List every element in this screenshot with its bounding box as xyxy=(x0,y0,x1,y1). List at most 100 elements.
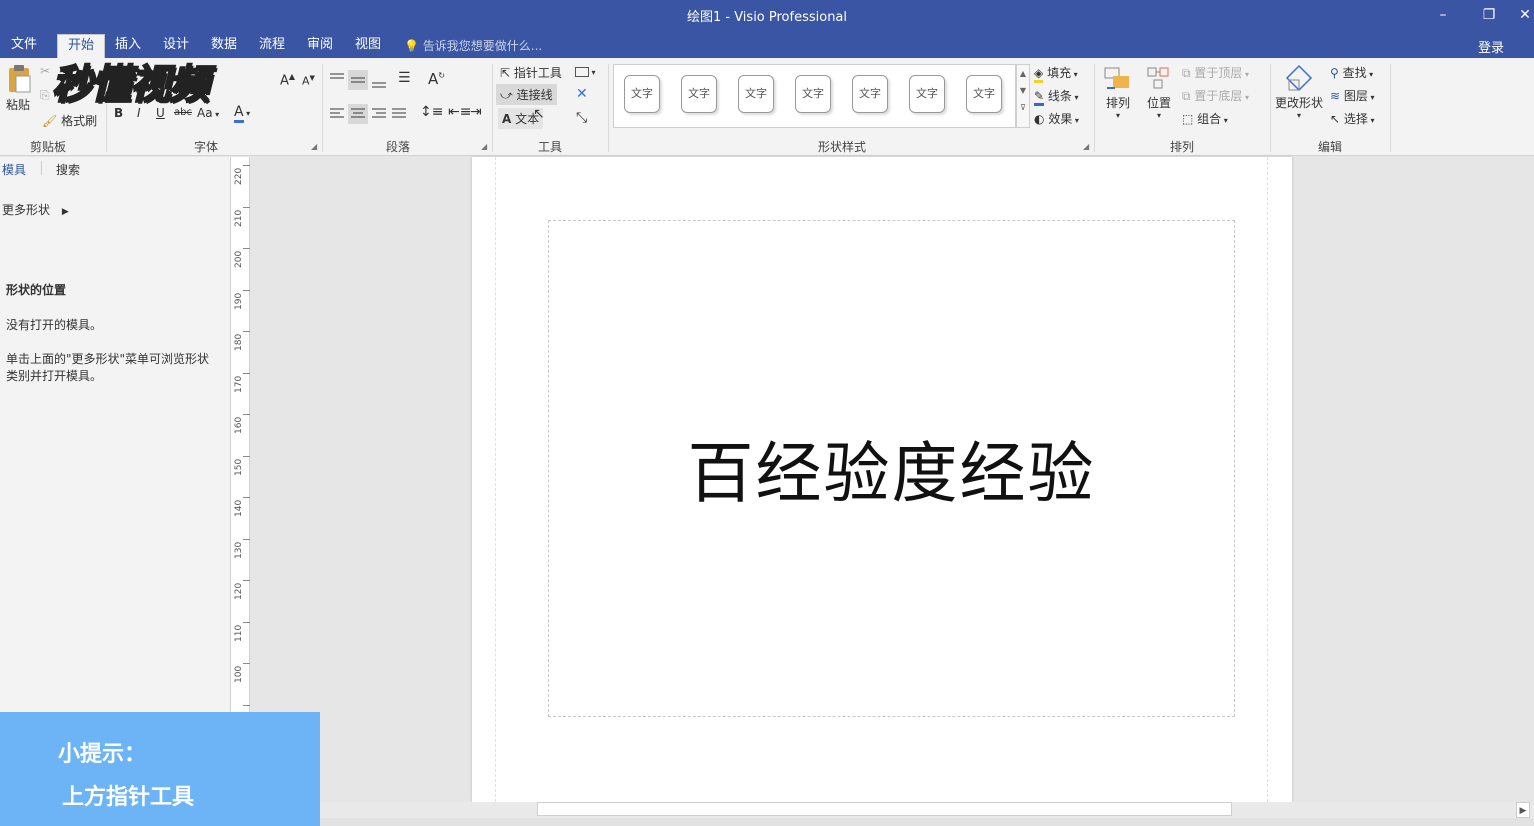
gallery-scroll[interactable]: ▲ ▼ ⊽ xyxy=(1016,64,1030,128)
ruler-label: 130 xyxy=(234,541,244,559)
connector-tool-label: 连接线 xyxy=(516,88,553,102)
style-swatch[interactable]: 文字 xyxy=(738,75,774,113)
font-color-label: A xyxy=(234,104,244,123)
effects-icon: ◐ xyxy=(1034,112,1045,126)
bring-front-icon: ⧉ xyxy=(1182,66,1191,80)
connector-tool-button[interactable]: ⤻ 连接线 xyxy=(496,84,557,105)
increase-indent-icon[interactable]: ⇥ xyxy=(470,104,482,120)
ruler-tick xyxy=(243,331,250,332)
style-swatch[interactable]: 文字 xyxy=(966,75,1002,113)
ruler-tick xyxy=(243,248,250,249)
font-color-button[interactable]: A ▾ xyxy=(234,104,250,123)
ruler-tick xyxy=(243,580,250,581)
magnifier-icon: ⚲ xyxy=(1330,66,1339,80)
ruler-label: 190 xyxy=(234,292,244,310)
line-button[interactable]: ✎ 线条 ▾ xyxy=(1034,87,1078,106)
divider xyxy=(1270,64,1271,152)
ruler-tick xyxy=(243,497,250,498)
send-back-icon: ⧉ xyxy=(1182,89,1191,103)
change-shape-button[interactable]: 更改形状 ▾ xyxy=(1275,64,1323,120)
format-painter-label: 格式刷 xyxy=(61,114,98,128)
sign-in-link[interactable]: 登录 xyxy=(1478,37,1504,56)
more-shapes-menu[interactable]: 更多形状 ▶ xyxy=(2,201,69,218)
clipboard-group-label: 剪贴板 xyxy=(30,140,67,154)
position-button[interactable]: 位置 ▾ xyxy=(1144,64,1174,120)
paragraph-group-label: 段落 xyxy=(386,140,411,154)
close-button[interactable]: ✕ xyxy=(1516,4,1534,26)
connection-point-icon[interactable]: ⤡ xyxy=(576,110,587,126)
bring-to-front-button[interactable]: ⧉ 置于顶层 ▾ xyxy=(1182,64,1249,81)
ruler-label: 100 xyxy=(234,665,244,683)
tab-stencils[interactable]: 模具 xyxy=(2,161,26,178)
tab-file[interactable]: 文件 xyxy=(1,34,47,58)
instruction-line-2: 类别并打开模具。 xyxy=(6,369,103,383)
vertical-ruler: 2202102001901801701601501401301201101009… xyxy=(230,157,250,725)
pointer-tool-button[interactable]: ⇱ 指针工具 xyxy=(500,64,562,81)
effects-label: 效果 xyxy=(1048,112,1073,126)
spacing-icon[interactable]: ↕≡ xyxy=(420,104,443,120)
close-x-icon[interactable]: ✕ xyxy=(576,86,588,102)
window-title: 绘图1 - Visio Professional xyxy=(686,10,848,25)
find-label: 查找 xyxy=(1342,66,1367,80)
gallery-more-icon[interactable]: ⊽ xyxy=(1017,103,1029,112)
rectangle-icon xyxy=(575,66,589,77)
paste-button[interactable]: 粘贴 xyxy=(6,64,32,113)
arrange-button[interactable]: 排列 ▾ xyxy=(1103,64,1133,120)
scroll-right-arrow-icon[interactable]: ▶ xyxy=(1516,802,1530,818)
shape-style-gallery[interactable]: 文字 文字 文字 文字 文字 文字 文字 xyxy=(613,64,1016,128)
arrange-icon xyxy=(1104,67,1129,89)
editing-group-label: 编辑 xyxy=(1318,140,1343,154)
style-swatch[interactable]: 文字 xyxy=(681,75,717,113)
text-direction-icon[interactable]: A↻ xyxy=(428,70,445,88)
more-shapes-label: 更多形状 xyxy=(2,203,51,217)
decrease-indent-icon[interactable]: ⇤≡ xyxy=(448,104,471,120)
mouse-cursor-icon: ↖ xyxy=(533,106,545,122)
shape-text[interactable]: 百经验度经验 xyxy=(548,420,1235,516)
group-button[interactable]: ⬚ 组合 ▾ xyxy=(1182,110,1228,127)
divider xyxy=(322,64,323,152)
format-painter-button[interactable]: 🖌 格式刷 xyxy=(42,112,97,129)
copy-icon[interactable]: ⎘ xyxy=(40,88,50,103)
find-button[interactable]: ⚲ 查找 ▾ xyxy=(1330,64,1373,81)
tab-review[interactable]: 审阅 xyxy=(297,34,343,58)
horizontal-align-icons[interactable] xyxy=(328,104,408,124)
shape-styles-group-label: 形状样式 xyxy=(818,140,867,154)
divider xyxy=(41,161,42,175)
style-swatch[interactable]: 文字 xyxy=(795,75,831,113)
grow-font-icon[interactable]: A▲ xyxy=(280,72,295,88)
position-label: 位置 xyxy=(1146,96,1171,110)
horizontal-scroll-thumb[interactable] xyxy=(537,802,1232,816)
select-button[interactable]: ↖ 选择 ▾ xyxy=(1330,110,1374,127)
style-swatch[interactable]: 文字 xyxy=(852,75,888,113)
tools-group-label: 工具 xyxy=(538,140,563,154)
scroll-down-icon[interactable]: ▼ xyxy=(1017,86,1029,95)
tab-view[interactable]: 视图 xyxy=(345,34,391,58)
rectangle-tool-button[interactable]: ▾ xyxy=(575,64,596,78)
shrink-font-icon[interactable]: A▼ xyxy=(302,74,315,88)
send-to-back-button[interactable]: ⧉ 置于底层 ▾ xyxy=(1182,87,1249,104)
cut-icon[interactable]: ✂ xyxy=(40,64,50,78)
scroll-up-icon[interactable]: ▲ xyxy=(1017,69,1029,78)
text-a-icon: A xyxy=(502,112,512,126)
shape-styles-dialog-launcher-icon[interactable]: ◢ xyxy=(1083,142,1089,151)
menu-bar: 文件 开始 插入 设计 数据 流程 审阅 视图 💡 告诉我您想要做什么... 登… xyxy=(0,30,1534,58)
style-swatch[interactable]: 文字 xyxy=(909,75,945,113)
minimize-button[interactable]: – xyxy=(1428,4,1458,26)
style-swatch[interactable]: 文字 xyxy=(624,75,660,113)
restore-button[interactable]: ❐ xyxy=(1474,4,1504,26)
font-dialog-launcher-icon[interactable]: ◢ xyxy=(311,142,317,151)
ruler-label: 150 xyxy=(234,458,244,476)
connector-icon: ⤻ xyxy=(500,88,513,102)
section-title: 形状的位置 xyxy=(6,283,67,297)
fill-button[interactable]: ◈ 填充 ▾ xyxy=(1034,64,1078,83)
tell-me-box[interactable]: 💡 告诉我您想要做什么... xyxy=(404,37,542,54)
layers-button[interactable]: ≋ 图层 ▾ xyxy=(1330,87,1374,104)
tab-process[interactable]: 流程 xyxy=(249,34,295,58)
bullets-icon[interactable]: ☰ xyxy=(398,70,411,86)
paragraph-dialog-launcher-icon[interactable]: ◢ xyxy=(481,142,487,151)
divider xyxy=(1094,64,1095,152)
effects-button[interactable]: ◐ 效果 ▾ xyxy=(1034,110,1079,127)
vertical-align-icons[interactable] xyxy=(328,70,398,90)
ruler-label: 200 xyxy=(234,250,244,268)
tab-search[interactable]: 搜索 xyxy=(56,161,80,178)
